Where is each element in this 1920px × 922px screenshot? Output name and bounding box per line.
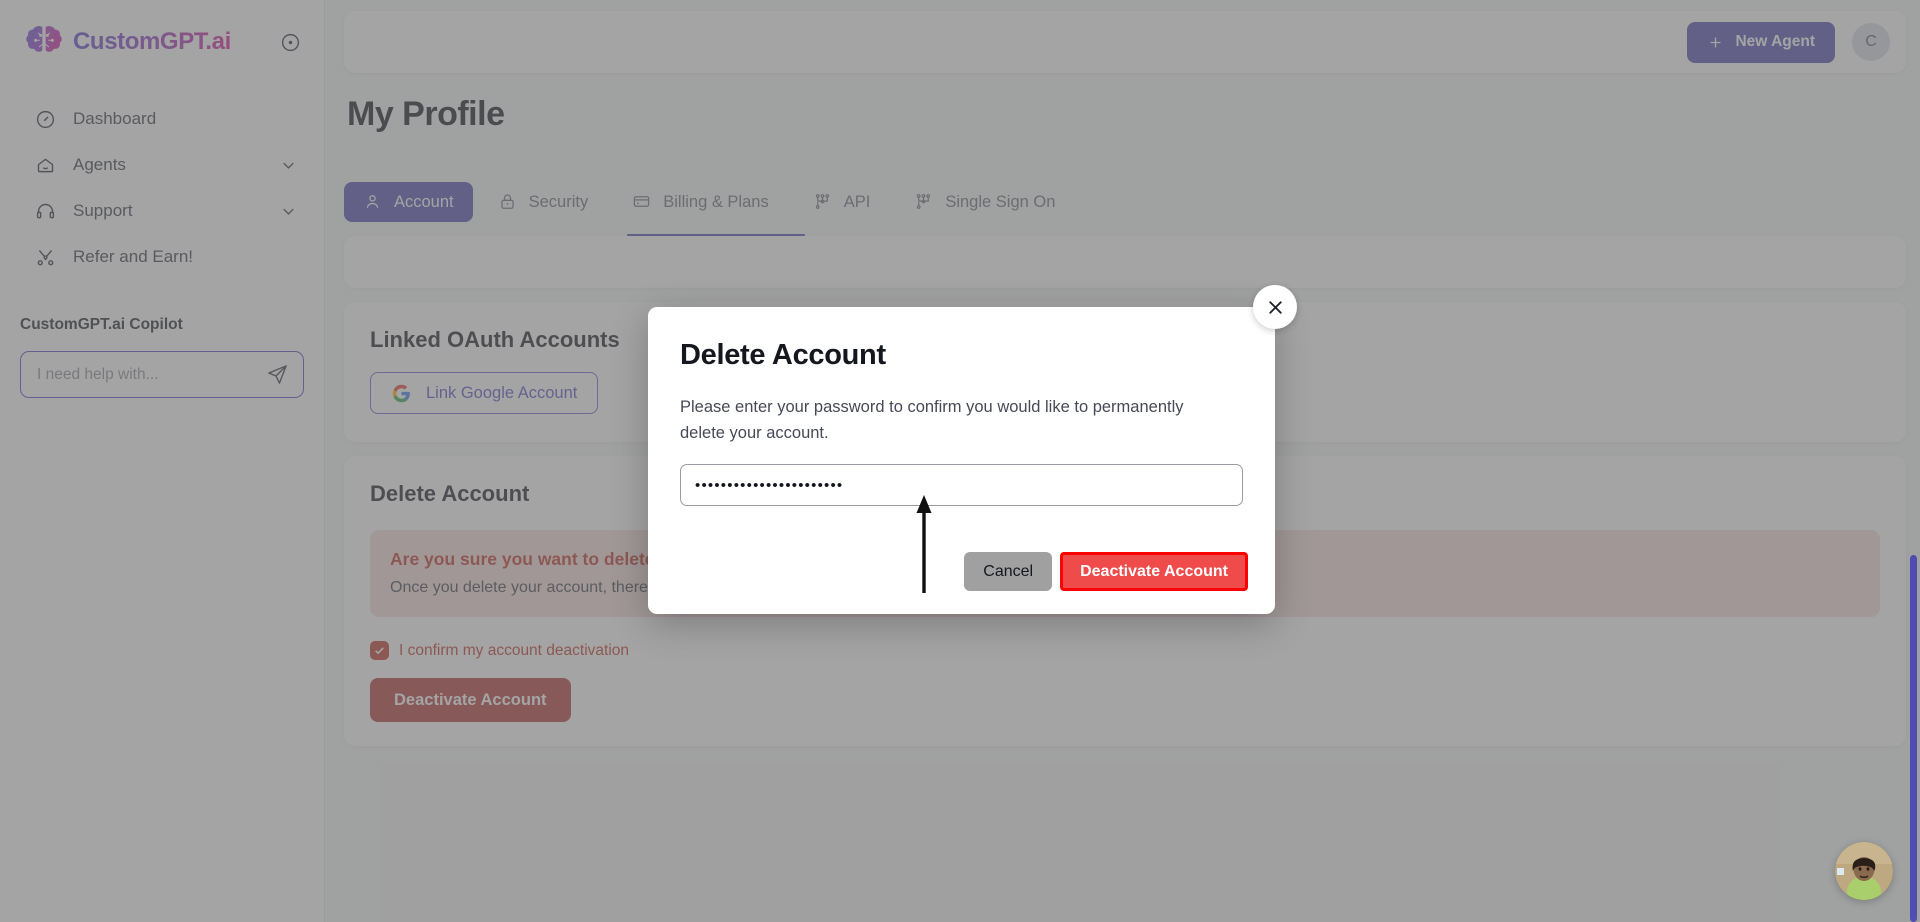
close-icon[interactable] <box>1253 285 1297 329</box>
app-root: CustomGPT.ai Dashboard <box>0 0 1920 922</box>
modal-deactivate-account-button[interactable]: Deactivate Account <box>1060 552 1248 591</box>
modal-password-wrap <box>648 446 1275 507</box>
cancel-button[interactable]: Cancel <box>964 552 1053 591</box>
modal-description: Please enter your password to confirm yo… <box>680 398 1184 443</box>
modal-title: Delete Account <box>680 339 886 371</box>
delete-account-modal: Delete Account Please enter your passwor… <box>648 285 1297 614</box>
modal-actions: Cancel Deactivate Account <box>964 552 1248 591</box>
annotation-arrow-up-icon <box>916 495 932 593</box>
page-scrollbar-thumb[interactable] <box>1910 555 1917 922</box>
password-input[interactable] <box>680 464 1243 507</box>
chat-avatar-icon[interactable] <box>1835 842 1893 900</box>
